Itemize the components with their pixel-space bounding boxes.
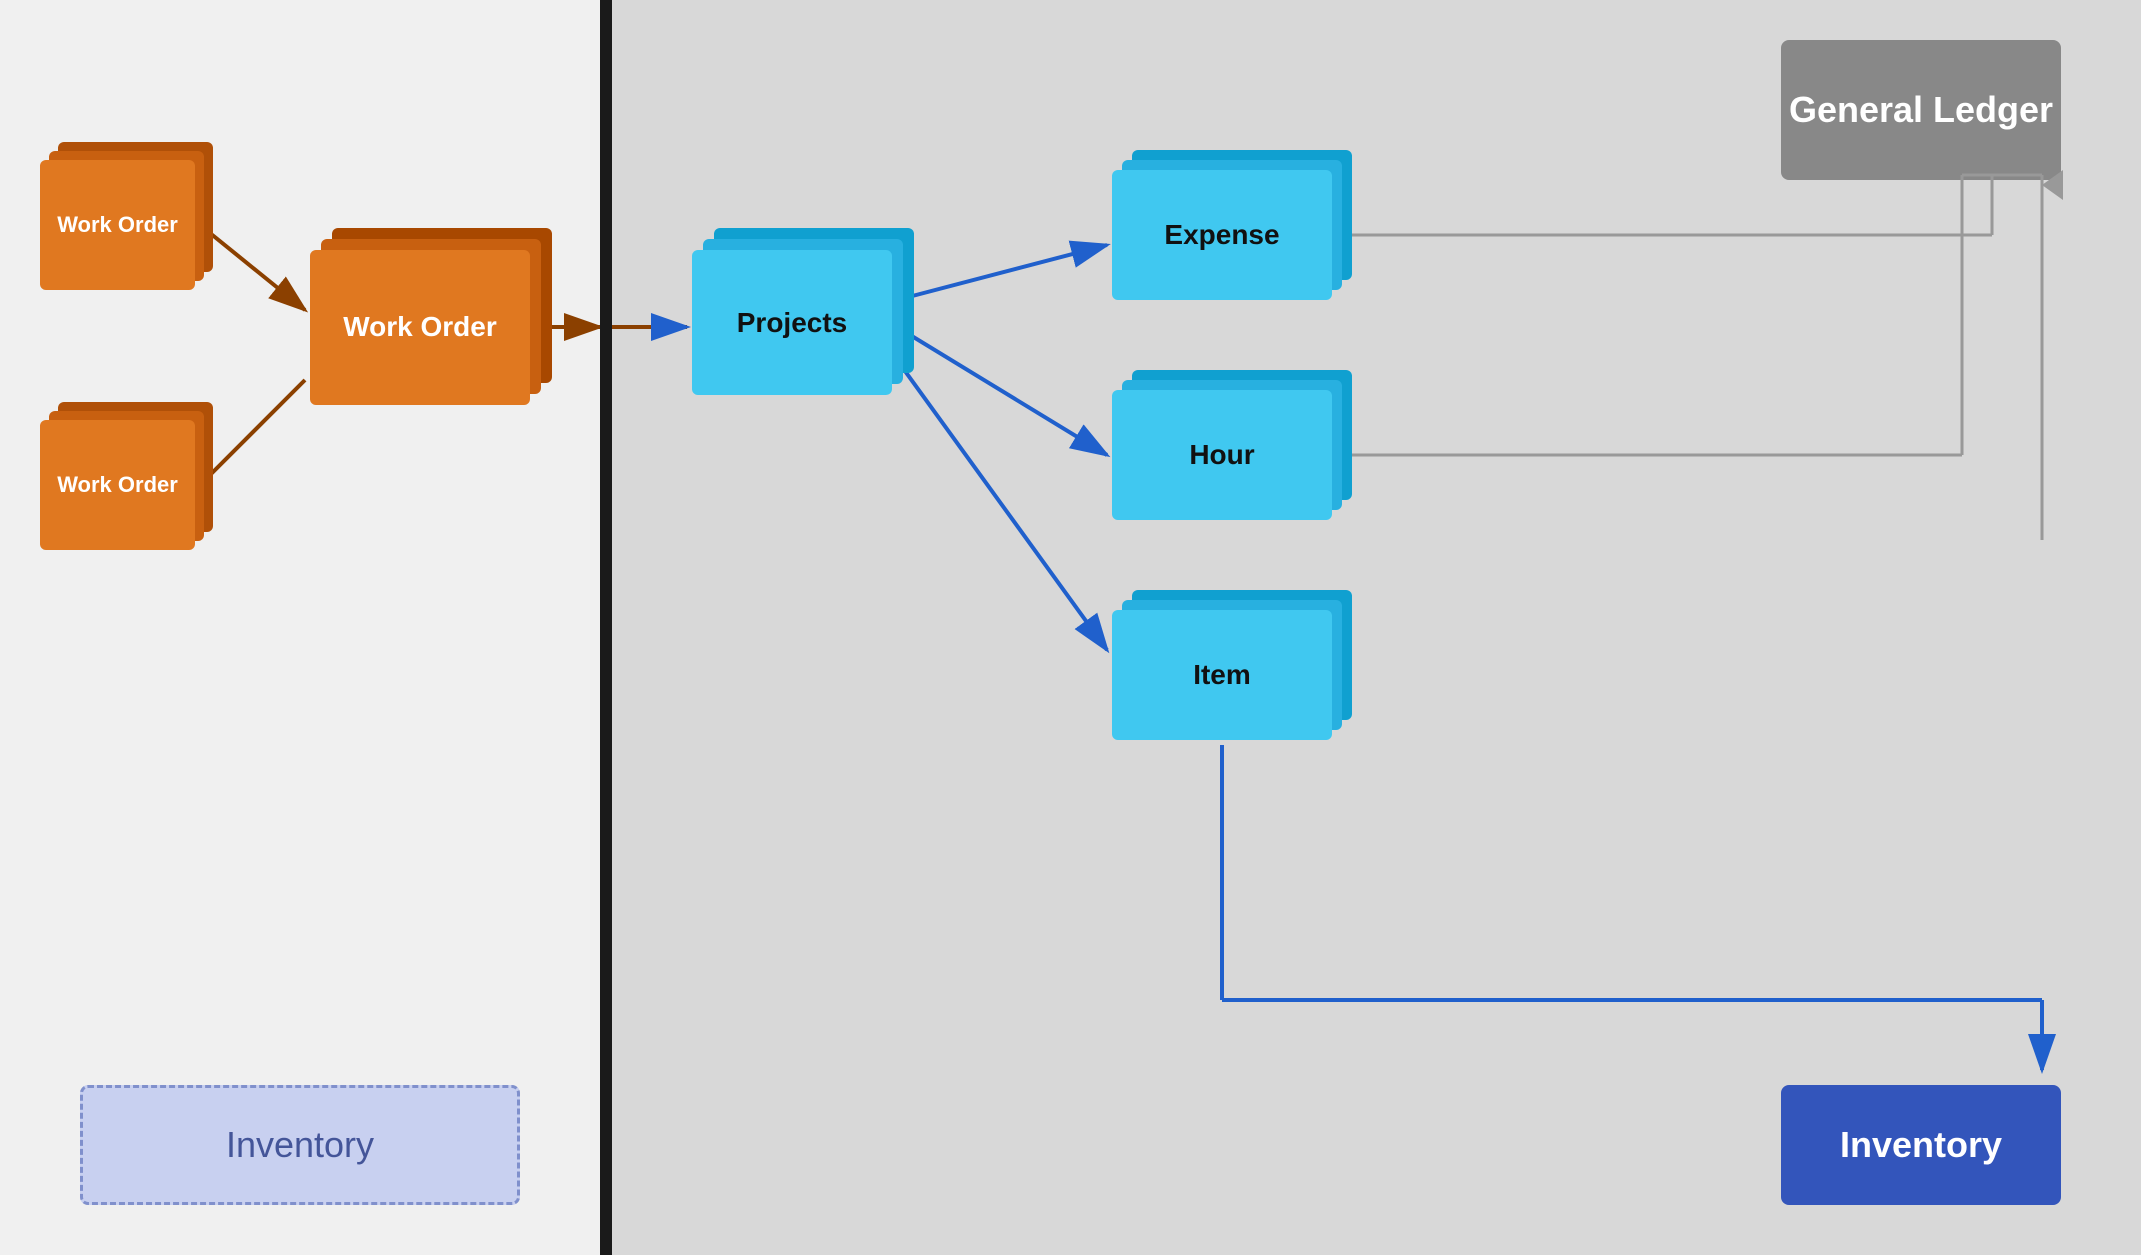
right-panel-arrows [612,0,2141,1255]
right-panel: General Ledger Projects Expense Hour Ite… [612,0,2141,1255]
work-order-center-label: Work Order [343,309,497,345]
panel-divider [600,0,612,1255]
inventory-solid-box: Inventory [1781,1085,2061,1205]
hour-label: Hour [1189,439,1254,471]
inventory-right-label: Inventory [1840,1124,2002,1166]
left-panel: Work Order Work Order Work Order Invento… [0,0,600,1255]
expense-label: Expense [1164,219,1279,251]
work-order-top-left-label: Work Order [57,211,178,240]
item-label: Item [1193,659,1251,691]
inventory-dashed-label: Inventory [226,1124,374,1166]
general-ledger-box: General Ledger [1781,40,2061,180]
projects-label: Projects [737,307,848,339]
work-order-bottom-left-label: Work Order [57,471,178,500]
general-ledger-label: General Ledger [1789,87,2053,134]
inventory-dashed-box: Inventory [80,1085,520,1205]
